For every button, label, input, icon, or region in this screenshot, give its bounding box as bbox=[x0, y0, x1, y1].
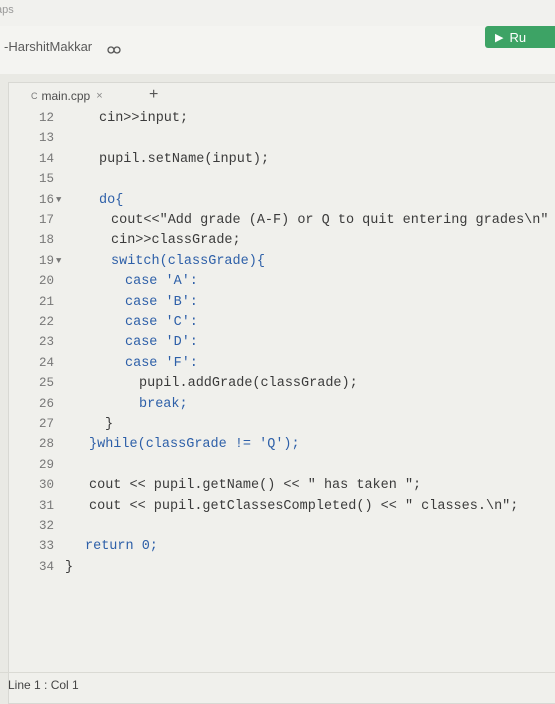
code-line[interactable]: 30 cout << pupil.getName() << " has taken… bbox=[9, 478, 555, 498]
code-text: pupil.addGrade(classGrade); bbox=[139, 376, 358, 392]
code-text: switch(classGrade){ bbox=[111, 253, 265, 269]
code-text: cout << pupil.getClassesCompleted() << "… bbox=[89, 498, 519, 514]
line-number: 22 bbox=[38, 315, 54, 329]
add-tab-button[interactable]: + bbox=[149, 86, 158, 104]
line-number: 14 bbox=[38, 151, 54, 166]
code-text: cin>>classGrade; bbox=[111, 233, 241, 249]
header: -HarshitMakkar ▶ Ru bbox=[0, 26, 555, 74]
fold-arrow-icon[interactable]: ▼ bbox=[56, 256, 61, 266]
code-text: break; bbox=[139, 396, 188, 412]
cursor-position: Line 1 : Col 1 bbox=[8, 678, 79, 692]
code-text: do{ bbox=[99, 192, 124, 208]
fold-arrow-icon[interactable]: ▼ bbox=[56, 195, 61, 205]
code-line[interactable]: 32 bbox=[9, 519, 555, 539]
code-editor[interactable]: 12 cin>>input; 13 14 pupil.setName(input); 15… bbox=[9, 111, 555, 671]
line-number: 12 bbox=[38, 111, 54, 125]
line-number: 20 bbox=[38, 274, 54, 289]
code-line[interactable]: 31 cout << pupil.getClassesCompleted() <<… bbox=[9, 499, 555, 519]
cpp-file-icon: C bbox=[31, 91, 38, 101]
code-line[interactable]: 33 return 0; bbox=[9, 539, 555, 559]
line-number: 31 bbox=[38, 498, 54, 513]
line-number: 32 bbox=[38, 519, 54, 533]
code-line[interactable]: 15 bbox=[9, 172, 555, 192]
code-text: cin>>input; bbox=[99, 111, 189, 126]
run-button[interactable]: ▶ Ru bbox=[485, 26, 555, 48]
code-line[interactable]: 19 ▼ switch(classGrade){ bbox=[9, 254, 555, 274]
play-icon: ▶ bbox=[495, 31, 504, 44]
tab-label: main.cpp bbox=[41, 89, 91, 103]
line-number: 16 bbox=[38, 192, 54, 207]
editor-panel: C main.cpp × + 12 cin>>input; 13 14 pupil.se… bbox=[8, 82, 555, 704]
line-number: 34 bbox=[38, 559, 54, 574]
code-text: case 'C': bbox=[125, 315, 198, 330]
line-number: 30 bbox=[38, 478, 54, 493]
code-line[interactable]: 16 ▼ do{ bbox=[9, 193, 555, 213]
code-line[interactable]: 26 break; bbox=[9, 397, 555, 417]
code-line[interactable]: 13 bbox=[9, 131, 555, 151]
code-text: } bbox=[105, 417, 114, 432]
line-number: 23 bbox=[38, 335, 54, 350]
code-line[interactable]: 27} bbox=[9, 417, 555, 437]
code-line[interactable]: 20 case 'A': bbox=[9, 274, 555, 294]
status-divider bbox=[0, 672, 555, 673]
code-text: } bbox=[65, 559, 74, 575]
code-line[interactable]: 12 cin>>input; bbox=[9, 111, 555, 131]
code-line[interactable]: 25 pupil.addGrade(classGrade); bbox=[9, 376, 555, 396]
code-text: pupil.setName(input); bbox=[99, 151, 270, 167]
code-line[interactable]: 17 cout<<"Add grade (A-F) or Q to quit en… bbox=[9, 213, 555, 233]
code-text: case 'D': bbox=[125, 335, 198, 351]
line-number: 33 bbox=[38, 539, 54, 554]
code-line[interactable]: 34} bbox=[9, 560, 555, 580]
line-number: 21 bbox=[38, 294, 54, 309]
fork-icon[interactable] bbox=[106, 41, 122, 57]
code-text: case 'A': bbox=[125, 274, 198, 290]
line-number: 28 bbox=[38, 437, 54, 452]
apps-link[interactable]: aps bbox=[0, 4, 14, 16]
code-line[interactable]: 28 }while(classGrade != 'Q'); bbox=[9, 437, 555, 457]
code-text: cout<<"Add grade (A-F) or Q to quit ente… bbox=[111, 213, 549, 228]
line-number: 24 bbox=[38, 355, 54, 370]
line-number: 29 bbox=[38, 457, 54, 472]
top-bar: aps bbox=[0, 0, 555, 26]
line-number: 15 bbox=[38, 172, 54, 187]
line-number: 25 bbox=[38, 376, 54, 391]
code-text: }while(classGrade != 'Q'); bbox=[89, 437, 300, 453]
line-number: 27 bbox=[38, 417, 54, 431]
line-number: 18 bbox=[38, 233, 54, 248]
code-line[interactable]: 18 cin>>classGrade; bbox=[9, 233, 555, 253]
run-label: Ru bbox=[509, 29, 527, 45]
code-text: case 'F': bbox=[125, 355, 198, 371]
line-number: 17 bbox=[38, 213, 54, 227]
code-line[interactable]: 14 pupil.setName(input); bbox=[9, 152, 555, 172]
line-number: 13 bbox=[38, 131, 54, 146]
close-icon[interactable]: × bbox=[96, 90, 102, 102]
project-title[interactable]: -HarshitMakkar bbox=[4, 39, 92, 54]
code-line[interactable]: 21 case 'B': bbox=[9, 295, 555, 315]
code-line[interactable]: 22 case 'C': bbox=[9, 315, 555, 335]
tab-main-cpp[interactable]: C main.cpp × bbox=[31, 89, 103, 103]
line-number: 26 bbox=[38, 396, 54, 411]
code-line[interactable]: 29 bbox=[9, 458, 555, 478]
code-text: case 'B': bbox=[125, 294, 198, 310]
code-line[interactable]: 23 case 'D': bbox=[9, 335, 555, 355]
tab-row: C main.cpp × + bbox=[9, 83, 555, 111]
code-text: cout << pupil.getName() << " has taken "… bbox=[89, 478, 422, 494]
code-line[interactable]: 24 case 'F': bbox=[9, 356, 555, 376]
line-number: 19 bbox=[38, 253, 54, 268]
code-text: return 0; bbox=[85, 539, 158, 555]
